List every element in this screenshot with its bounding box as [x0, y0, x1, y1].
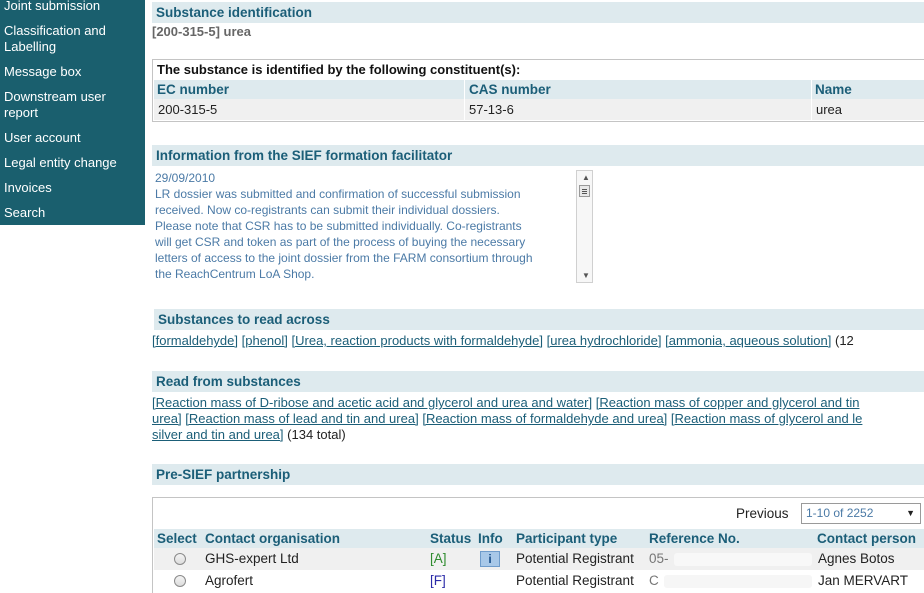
sidebar-item-invoices[interactable]: Invoices [4, 180, 142, 196]
scroll-thumb[interactable] [579, 185, 590, 197]
sief-info-line: the ReachCentrum LoA Shop. [155, 267, 315, 281]
participant-type: Potential Registrant [516, 551, 634, 566]
redacted-reference [664, 575, 812, 588]
read-from-line: [Reaction mass of D-ribose and acetic ac… [152, 395, 859, 411]
reference-no: 05- [649, 551, 669, 566]
sief-info-line: LR dossier was submitted and confirmatio… [155, 187, 521, 201]
cas-number-value: 57-13-6 [469, 102, 514, 117]
column-divider [811, 80, 812, 120]
select-radio[interactable] [174, 575, 186, 587]
read-from-link[interactable]: [Reaction mass of D-ribose and acetic ac… [152, 395, 592, 410]
previous-page-label[interactable]: Previous [736, 506, 789, 521]
read-across-link[interactable]: [formaldehyde] [152, 333, 238, 348]
name-value: urea [816, 102, 843, 117]
sief-info-header: Information from the SIEF formation faci… [152, 145, 924, 166]
read-across-link[interactable]: [phenol] [242, 333, 288, 348]
ec-number-value: 200-315-5 [158, 102, 218, 117]
col-select: Select [157, 531, 197, 546]
presief-header: Pre-SIEF partnership [152, 464, 924, 485]
read-across-link[interactable]: [Urea, reaction products with formaldehy… [292, 333, 543, 348]
substance-id-text: [200-315-5] urea [152, 24, 251, 39]
read-from-header: Read from substances [152, 371, 924, 392]
scroll-up-icon[interactable]: ▲ [582, 173, 590, 182]
col-participant-type: Participant type [516, 531, 618, 546]
sief-info-text: 29/09/2010 LR dossier was submitted and … [155, 170, 575, 282]
presief-header-row: Select Contact organisation Status Info … [154, 529, 924, 548]
page: Joint submission Classification and Labe… [0, 0, 924, 593]
sidebar: Joint submission Classification and Labe… [0, 0, 145, 225]
col-status: Status [430, 531, 472, 546]
sief-info-line: Please note that CSR has to be submitted… [155, 219, 522, 233]
read-across-link[interactable]: [ammonia, aqueous solution] [665, 333, 831, 348]
col-reference-no: Reference No. [649, 531, 740, 546]
constituents-header-row: EC number CAS number Name [154, 80, 924, 99]
contact-person: Agnes Botos [818, 551, 895, 566]
table-row: GHS-expert Ltd [A] i Potential Registran… [154, 548, 924, 570]
contact-organisation: Agrofert [205, 573, 254, 588]
table-row: Agrofert [F] Potential Registrant C Jan … [154, 570, 924, 592]
constituents-box: The substance is identified by the follo… [152, 59, 924, 122]
contact-organisation: GHS-expert Ltd [205, 551, 299, 566]
reference-no: C [649, 573, 659, 588]
sidebar-item-downstream-user-report[interactable]: Downstream user report [4, 89, 142, 121]
sidebar-item-search[interactable]: Search [4, 205, 142, 221]
redacted-reference [674, 553, 812, 566]
col-contact-person: Contact person [817, 531, 917, 546]
read-across-header: Substances to read across [154, 309, 924, 330]
sief-info-scrollbar[interactable]: ▲ ▼ [576, 170, 593, 283]
table-row: 200-315-5 57-13-6 urea [154, 99, 924, 120]
status-badge: [A] [430, 551, 447, 566]
sief-info-line: letters of access to the joint dossier f… [155, 251, 533, 265]
col-cas-number: CAS number [469, 82, 551, 97]
sidebar-item-user-account[interactable]: User account [4, 130, 142, 146]
sief-info-date: 29/09/2010 [155, 171, 216, 185]
read-from-line: urea] [Reaction mass of lead and tin and… [152, 411, 862, 427]
contact-person: Jan MERVART [818, 573, 909, 588]
read-from-link[interactable]: [Reaction mass of copper and glycerol an… [596, 395, 860, 410]
sief-info-line: received. Now co-registrants can submit … [155, 203, 500, 217]
status-badge: [F] [430, 573, 446, 588]
presief-table-box: Previous 1-10 of 2252 ▼ Select Contact o… [152, 497, 924, 593]
page-range-value: 1-10 of 2252 [806, 506, 874, 520]
select-radio[interactable] [174, 553, 186, 565]
participant-type: Potential Registrant [516, 573, 634, 588]
read-from-link[interactable]: [Reaction mass of formaldehyde and urea] [422, 411, 667, 426]
substance-identification-header: Substance identification [152, 2, 924, 23]
constituents-title: The substance is identified by the follo… [157, 62, 521, 77]
scroll-down-icon[interactable]: ▼ [582, 271, 590, 280]
col-contact-organisation: Contact organisation [205, 531, 341, 546]
read-from-total: (134 total) [287, 427, 346, 442]
col-name: Name [815, 82, 852, 97]
read-across-link[interactable]: [urea hydrochloride] [547, 333, 662, 348]
info-icon[interactable]: i [480, 551, 500, 567]
column-divider [464, 80, 465, 120]
read-from-line: silver and tin and urea] (134 total) [152, 427, 346, 443]
read-from-link[interactable]: urea] [152, 411, 182, 426]
sief-info-line: will get CSR and token as part of the pr… [155, 235, 526, 249]
chevron-down-icon: ▼ [906, 508, 915, 518]
sidebar-item-legal-entity-change[interactable]: Legal entity change [4, 155, 142, 171]
read-across-links: [formaldehyde] [phenol] [Urea, reaction … [152, 333, 854, 349]
sidebar-item-message-box[interactable]: Message box [4, 64, 142, 80]
col-ec-number: EC number [157, 82, 230, 97]
sidebar-item-classification-labelling[interactable]: Classification and Labelling [4, 23, 142, 55]
sidebar-item-joint-submission[interactable]: Joint submission [4, 0, 142, 14]
read-from-link[interactable]: [Reaction mass of glycerol and le [671, 411, 862, 426]
col-info: Info [478, 531, 503, 546]
read-from-link[interactable]: silver and tin and urea] [152, 427, 284, 442]
page-range-select[interactable]: 1-10 of 2252 ▼ [801, 503, 921, 524]
read-from-link[interactable]: [Reaction mass of lead and tin and urea] [185, 411, 418, 426]
read-across-count: (12 [834, 333, 854, 348]
